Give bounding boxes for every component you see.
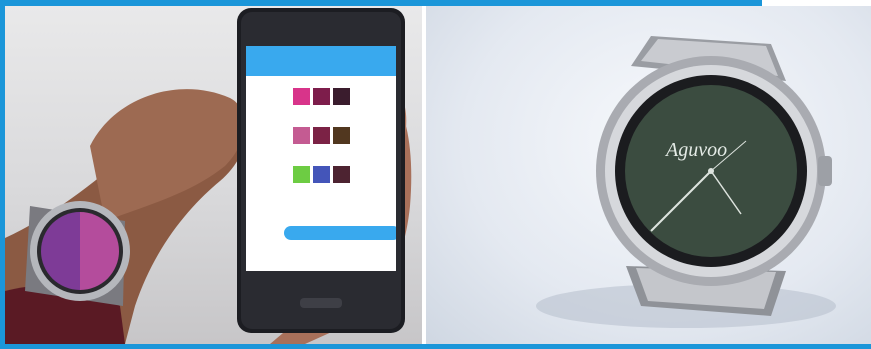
row-label (246, 109, 396, 115)
top-accent-bar (0, 0, 762, 6)
bottom-accent-bar (0, 344, 871, 349)
color-swatch[interactable] (332, 166, 350, 183)
color-swatch[interactable] (312, 127, 330, 144)
color-swatch[interactable] (292, 88, 310, 105)
right-photo-illustration: Aguvoo (536, 36, 836, 328)
swatch-row-3 (246, 166, 396, 183)
color-swatch[interactable] (312, 166, 330, 183)
color-swatch[interactable] (332, 127, 350, 144)
color-swatch[interactable] (312, 88, 330, 105)
watch-crown (818, 156, 832, 186)
color-swatch[interactable] (292, 166, 310, 183)
left-accent-bar (0, 0, 5, 349)
swatch-row-2 (246, 127, 396, 144)
row-label (246, 148, 396, 154)
photo-wrist-and-phone (5, 6, 422, 344)
phone-home-button (300, 298, 342, 308)
row-label (246, 187, 396, 193)
watch-face-text: Aguvoo (664, 139, 727, 161)
swatch-row-1 (246, 88, 396, 105)
collage: Aguvoo (0, 0, 871, 349)
color-swatch[interactable] (332, 88, 350, 105)
phone-screen (246, 46, 396, 271)
photo-smartwatch: Aguvoo (426, 6, 871, 344)
phone-app-button[interactable] (284, 226, 396, 240)
app-header (246, 46, 396, 76)
color-swatch[interactable] (292, 127, 310, 144)
